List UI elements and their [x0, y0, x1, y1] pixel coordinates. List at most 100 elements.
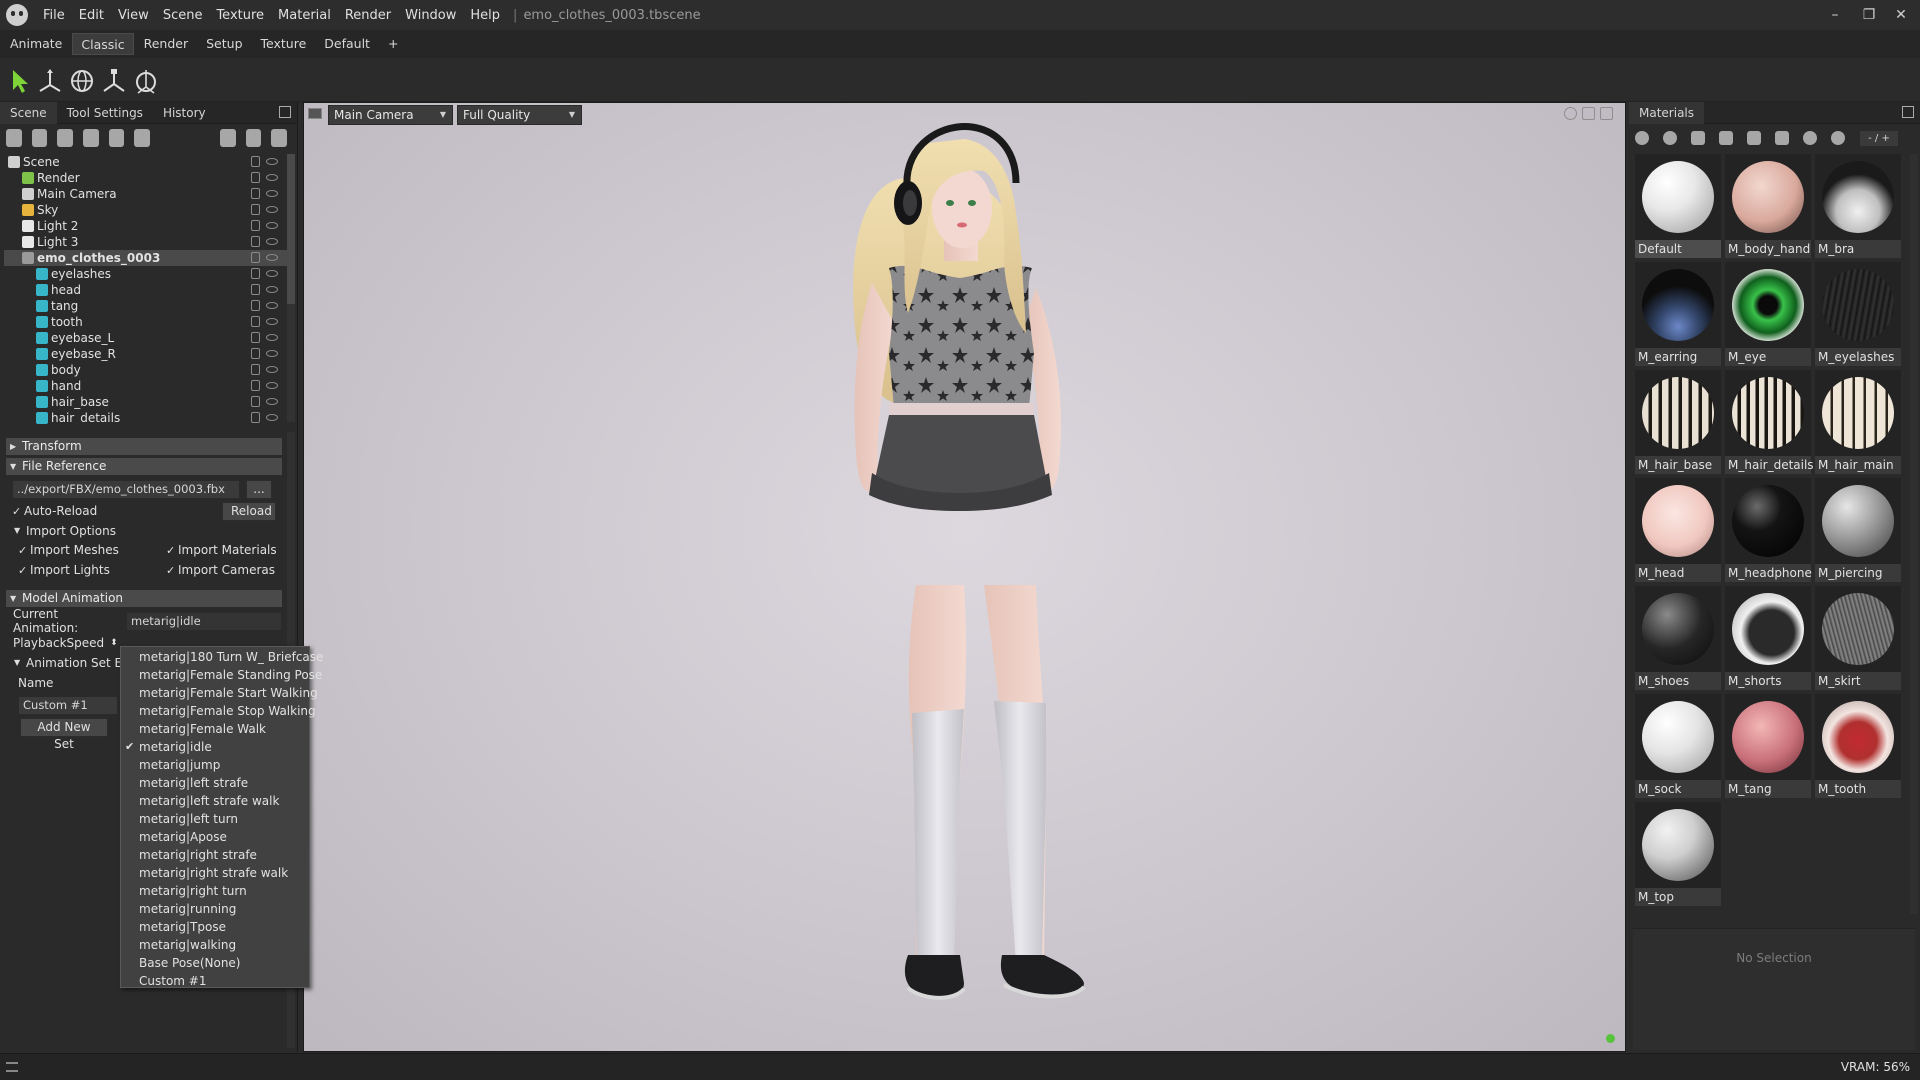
visibility-icon[interactable] [266, 302, 278, 309]
tree-item[interactable]: Light 2 [4, 218, 290, 234]
material-tile[interactable]: M_bra [1815, 154, 1901, 258]
lock-icon[interactable] [251, 396, 260, 407]
visibility-icon[interactable] [266, 286, 278, 293]
tree-item[interactable]: Main Camera [4, 186, 290, 202]
add-sky-icon[interactable] [83, 129, 99, 147]
model-animation-section[interactable]: Model Animation [6, 590, 282, 607]
visibility-icon[interactable] [266, 414, 278, 421]
tab-scene[interactable]: Scene [0, 101, 57, 124]
visibility-icon[interactable] [266, 174, 278, 181]
animation-option[interactable]: Custom #1 [121, 972, 309, 990]
tree-item[interactable]: hair_details [4, 410, 290, 424]
auto-reload-checkbox[interactable]: ✓ [12, 505, 24, 518]
material-tile[interactable]: M_earring [1635, 262, 1721, 366]
lock-icon[interactable] [251, 220, 260, 231]
visibility-icon[interactable] [266, 366, 278, 373]
tree-item[interactable]: emo_clothes_0003 [4, 250, 290, 266]
close-icon[interactable]: ✕ [1886, 4, 1916, 26]
animation-option[interactable]: metarig|Tpose [121, 918, 309, 936]
animation-option[interactable]: metarig|right strafe walk [121, 864, 309, 882]
tree-item[interactable]: Scene [4, 154, 290, 170]
menu-file[interactable]: File [36, 8, 72, 23]
visibility-icon[interactable] [266, 254, 278, 261]
lock-icon[interactable] [251, 268, 260, 279]
animation-option[interactable]: metarig|walking [121, 936, 309, 954]
select-tool-icon[interactable] [6, 67, 34, 95]
animation-option[interactable]: Base Pose(None) [121, 954, 309, 972]
viewport[interactable]: Main Camera Full Quality [303, 102, 1626, 1052]
material-tile[interactable]: M_top [1635, 802, 1721, 906]
visibility-icon[interactable] [266, 222, 278, 229]
delete-icon[interactable] [271, 129, 288, 147]
menu-material[interactable]: Material [271, 8, 338, 23]
lock-icon[interactable] [251, 348, 260, 359]
import-cameras-checkbox[interactable]: ✓ [166, 564, 178, 577]
animation-option[interactable]: metarig|Female Walk [121, 720, 309, 738]
move-tool-icon[interactable] [36, 67, 64, 95]
tab-history[interactable]: History [153, 102, 216, 124]
menu-render[interactable]: Render [338, 8, 398, 23]
lock-icon[interactable] [251, 172, 260, 183]
visibility-icon[interactable] [266, 398, 278, 405]
animation-option[interactable]: metarig|Female Start Walking [121, 684, 318, 702]
folder-icon[interactable] [220, 129, 236, 147]
duplicate-material-icon[interactable] [1663, 131, 1677, 145]
lock-icon[interactable] [251, 188, 260, 199]
workspace-tab-classic[interactable]: Classic [72, 33, 134, 55]
menu-edit[interactable]: Edit [72, 8, 111, 23]
tab-materials[interactable]: Materials [1629, 101, 1705, 124]
unused-material-icon[interactable] [1691, 131, 1705, 145]
material-tile[interactable]: M_tooth [1815, 694, 1901, 798]
folder-icon[interactable] [1719, 131, 1733, 145]
lock-icon[interactable] [251, 364, 260, 375]
add-object-icon[interactable] [6, 129, 22, 147]
reload-button[interactable]: Reload [222, 501, 276, 521]
material-tile[interactable]: M_skirt [1815, 586, 1901, 690]
lock-icon[interactable] [251, 332, 260, 343]
transform-section[interactable]: Transform [6, 438, 282, 455]
materials-scrollbar[interactable] [1910, 154, 1918, 914]
material-tile[interactable]: M_eye [1725, 262, 1811, 366]
tree-item[interactable]: eyebase_R [4, 346, 290, 362]
tree-item[interactable]: tooth [4, 314, 290, 330]
add-new-set-button[interactable]: Add New Set [20, 717, 108, 751]
animation-option[interactable]: metarig|right strafe [121, 846, 309, 864]
lock-icon[interactable] [251, 380, 260, 391]
menu-window[interactable]: Window [398, 8, 463, 23]
pick-material-icon[interactable] [1775, 131, 1789, 145]
animation-option[interactable]: metarig|running [121, 900, 309, 918]
visibility-icon[interactable] [266, 238, 278, 245]
popout-icon[interactable] [279, 106, 291, 118]
workspace-tab-setup[interactable]: Setup [198, 33, 250, 55]
menu-scene[interactable]: Scene [156, 8, 210, 23]
material-tile[interactable]: M_headphone [1725, 478, 1812, 582]
animation-option[interactable]: metarig|left turn [121, 810, 309, 828]
menu-icon[interactable] [6, 1062, 18, 1072]
add-render-icon[interactable] [134, 129, 151, 147]
tree-item[interactable]: hair_base [4, 394, 290, 410]
lock-icon[interactable] [251, 284, 260, 295]
material-tile[interactable]: M_hair_main [1815, 370, 1901, 474]
refresh-material-icon[interactable] [1831, 131, 1845, 145]
menu-help[interactable]: Help [463, 8, 507, 23]
new-material-icon[interactable] [1635, 131, 1649, 145]
visibility-icon[interactable] [266, 350, 278, 357]
animation-option[interactable]: metarig|jump [121, 756, 309, 774]
tree-item[interactable]: eyelashes [4, 266, 290, 282]
material-tile[interactable]: M_piercing [1815, 478, 1901, 582]
add-shadow-catcher-icon[interactable] [108, 129, 125, 147]
material-tile[interactable]: M_tang [1725, 694, 1811, 798]
add-workspace-tab[interactable]: + [380, 33, 406, 55]
file-reference-section[interactable]: File Reference [6, 458, 282, 475]
browse-button[interactable]: ... [246, 479, 272, 499]
lock-icon[interactable] [251, 300, 260, 311]
rotate-tool-icon[interactable] [68, 67, 96, 95]
visibility-icon[interactable] [266, 270, 278, 277]
tree-item[interactable]: Light 3 [4, 234, 290, 250]
spinner-icon[interactable]: ⬍ [110, 638, 118, 648]
tree-item[interactable]: hand [4, 378, 290, 394]
animation-set-name-field[interactable]: Custom #1 [18, 695, 118, 715]
menu-texture[interactable]: Texture [209, 8, 271, 23]
lock-icon[interactable] [251, 236, 260, 247]
material-tile[interactable]: M_head [1635, 478, 1721, 582]
